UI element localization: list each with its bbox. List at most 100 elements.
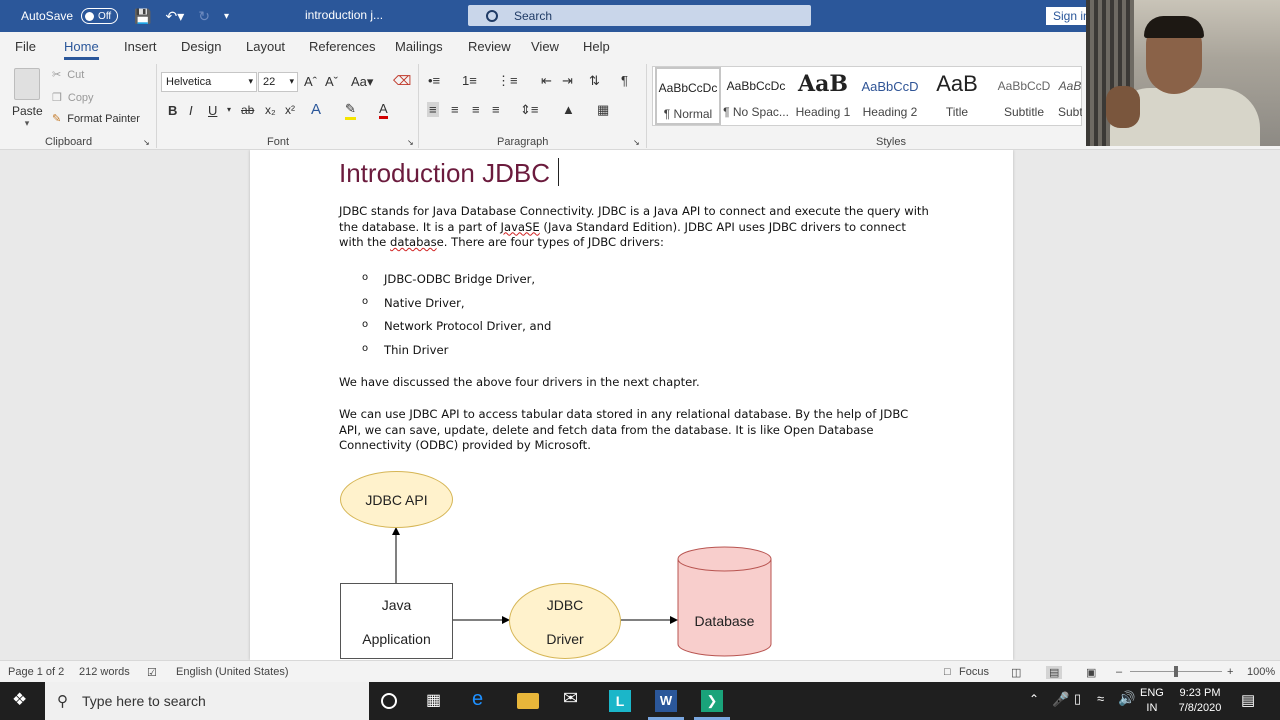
save-icon[interactable]: 💾 bbox=[134, 8, 151, 25]
font-size-select[interactable]: 22 ▾ bbox=[258, 72, 298, 92]
word-icon[interactable]: W bbox=[655, 690, 677, 712]
style-subtitle[interactable]: AaBbCcD Subtitle bbox=[991, 67, 1057, 125]
document-title[interactable]: introduction j... bbox=[305, 8, 383, 22]
microphone-icon[interactable]: 🎤 bbox=[1052, 691, 1072, 711]
increase-indent-icon[interactable]: ⇥ bbox=[562, 73, 573, 89]
numbering-icon[interactable]: 1≡ bbox=[462, 73, 477, 88]
tab-references[interactable]: References bbox=[309, 39, 375, 54]
redo-icon[interactable]: ↻ bbox=[198, 8, 210, 25]
word-count[interactable]: 212 words bbox=[79, 666, 130, 678]
taskbar-search[interactable]: ⚲ Type here to search bbox=[45, 682, 369, 720]
style-title[interactable]: AaB Title bbox=[924, 67, 990, 125]
language-indicator[interactable]: English (United States) bbox=[176, 666, 289, 678]
print-layout-icon[interactable]: ▤ bbox=[1046, 666, 1063, 679]
windows-start-icon[interactable]: ❖ bbox=[12, 690, 32, 710]
change-case-icon[interactable]: Aa▾ bbox=[351, 74, 373, 90]
borders-icon[interactable]: ▦ bbox=[597, 102, 609, 118]
tab-review[interactable]: Review bbox=[468, 39, 511, 54]
tab-help[interactable]: Help bbox=[583, 39, 610, 54]
zoom-level[interactable]: 100% bbox=[1247, 666, 1275, 678]
autosave-toggle[interactable]: Off bbox=[81, 8, 119, 24]
battery-icon[interactable]: ▯ bbox=[1074, 691, 1094, 711]
sort-icon[interactable]: ⇅ bbox=[589, 73, 600, 89]
shading-icon[interactable]: ▲ bbox=[562, 102, 575, 117]
justify-icon[interactable]: ≡ bbox=[492, 102, 500, 117]
tab-insert[interactable]: Insert bbox=[124, 39, 157, 54]
copy-button[interactable]: ❐ Copy bbox=[52, 91, 94, 105]
strikethrough-icon[interactable]: ab bbox=[241, 103, 254, 117]
paste-button[interactable]: Paste ▾ bbox=[12, 68, 43, 128]
focus-icon[interactable]: □ bbox=[944, 666, 951, 678]
font-color-icon[interactable]: A bbox=[379, 101, 388, 119]
tab-mailings[interactable]: Mailings bbox=[395, 39, 443, 54]
tab-layout[interactable]: Layout bbox=[246, 39, 285, 54]
style-heading-1[interactable]: AaB Heading 1 bbox=[790, 67, 856, 125]
clock[interactable]: 9:23 PM 7/8/2020 bbox=[1176, 686, 1224, 716]
show-formatting-icon[interactable]: ¶ bbox=[621, 73, 628, 88]
subscript-icon[interactable]: x₂ bbox=[265, 103, 276, 117]
highlight-icon[interactable]: ✎ bbox=[345, 101, 356, 120]
autosave[interactable]: AutoSave Off bbox=[21, 8, 119, 24]
search-icon bbox=[486, 9, 498, 22]
bullets-icon[interactable]: •≡ bbox=[428, 73, 440, 88]
lync-icon[interactable]: L bbox=[609, 690, 631, 712]
terminal-app-icon[interactable]: ❯ bbox=[701, 690, 723, 712]
wifi-icon[interactable]: ≈ bbox=[1097, 691, 1117, 711]
clear-formatting-icon[interactable]: ⌫ bbox=[393, 73, 411, 89]
page-count[interactable]: Page 1 of 2 bbox=[8, 666, 64, 678]
notifications-icon[interactable]: ▤ bbox=[1241, 691, 1261, 711]
document-area[interactable]: Introduction JDBC JDBC stands for Java D… bbox=[0, 150, 1280, 660]
style-subtle[interactable]: AaB Subt bbox=[1058, 67, 1082, 125]
align-right-icon[interactable]: ≡ bbox=[472, 102, 480, 117]
clipboard-launcher-icon[interactable]: ↘ bbox=[143, 138, 150, 147]
sign-in-button[interactable]: Sign in bbox=[1046, 7, 1090, 25]
edge-icon[interactable]: e bbox=[472, 688, 492, 710]
decrease-indent-icon[interactable]: ⇤ bbox=[541, 73, 552, 89]
underline-icon[interactable]: U bbox=[208, 103, 217, 118]
underline-dropdown-icon[interactable]: ▾ bbox=[227, 105, 231, 114]
web-layout-icon[interactable]: ▣ bbox=[1086, 666, 1096, 679]
search-box[interactable]: Search bbox=[468, 5, 811, 26]
file-explorer-icon[interactable] bbox=[517, 693, 539, 709]
language-switch[interactable]: ENG IN bbox=[1140, 686, 1164, 716]
style-normal[interactable]: AaBbCcDc ¶ Normal bbox=[655, 67, 721, 125]
multilevel-list-icon[interactable]: ⋮≡ bbox=[497, 73, 518, 89]
zoom-in-icon[interactable]: + bbox=[1227, 666, 1233, 678]
mail-icon[interactable]: ✉ bbox=[563, 688, 583, 708]
focus-mode-button[interactable]: Focus bbox=[959, 666, 989, 678]
shrink-font-icon[interactable]: Aˇ bbox=[325, 74, 338, 89]
bold-icon[interactable]: B bbox=[168, 103, 177, 118]
tray-chevron-icon[interactable]: ⌃ bbox=[1029, 692, 1049, 712]
zoom-slider-thumb[interactable] bbox=[1174, 666, 1178, 677]
customize-toolbar-icon[interactable]: ▾ bbox=[224, 11, 229, 22]
database-node: Database bbox=[677, 545, 772, 660]
tab-design[interactable]: Design bbox=[181, 39, 221, 54]
undo-icon[interactable]: ↶▾ bbox=[165, 8, 184, 25]
volume-icon[interactable]: 🔊 bbox=[1118, 690, 1138, 710]
styles-group-label: Styles bbox=[876, 136, 906, 148]
font-launcher-icon[interactable]: ↘ bbox=[407, 138, 414, 147]
superscript-icon[interactable]: x² bbox=[285, 103, 295, 117]
align-left-icon[interactable]: ≡ bbox=[427, 102, 439, 117]
grow-font-icon[interactable]: Aˆ bbox=[304, 74, 317, 89]
read-mode-icon[interactable]: ◫ bbox=[1011, 666, 1021, 679]
document-page[interactable]: Introduction JDBC JDBC stands for Java D… bbox=[250, 150, 1013, 660]
font-family-select[interactable]: Helvetica ▾ bbox=[161, 72, 257, 92]
style-no-spacing[interactable]: AaBbCcDc ¶ No Spac... bbox=[723, 67, 789, 125]
tab-view[interactable]: View bbox=[531, 39, 559, 54]
text-effects-icon[interactable]: A bbox=[311, 101, 321, 118]
task-view-icon[interactable]: ▦ bbox=[426, 690, 446, 710]
zoom-out-icon[interactable]: – bbox=[1116, 666, 1122, 678]
line-spacing-icon[interactable]: ⇕≡ bbox=[520, 102, 538, 118]
format-painter-button[interactable]: ✎ Format Painter bbox=[52, 112, 140, 126]
style-heading-2[interactable]: AaBbCcD Heading 2 bbox=[857, 67, 923, 125]
italic-icon[interactable]: I bbox=[189, 103, 193, 118]
cut-button[interactable]: ✂ Cut bbox=[52, 68, 84, 82]
align-center-icon[interactable]: ≡ bbox=[451, 102, 459, 117]
tab-home[interactable]: Home bbox=[64, 39, 99, 60]
proofing-icon[interactable]: ☑ bbox=[147, 666, 157, 679]
paragraph-launcher-icon[interactable]: ↘ bbox=[633, 138, 640, 147]
tab-file[interactable]: File bbox=[15, 39, 36, 54]
cortana-icon[interactable] bbox=[381, 693, 397, 709]
paintbrush-icon: ✎ bbox=[52, 113, 62, 125]
